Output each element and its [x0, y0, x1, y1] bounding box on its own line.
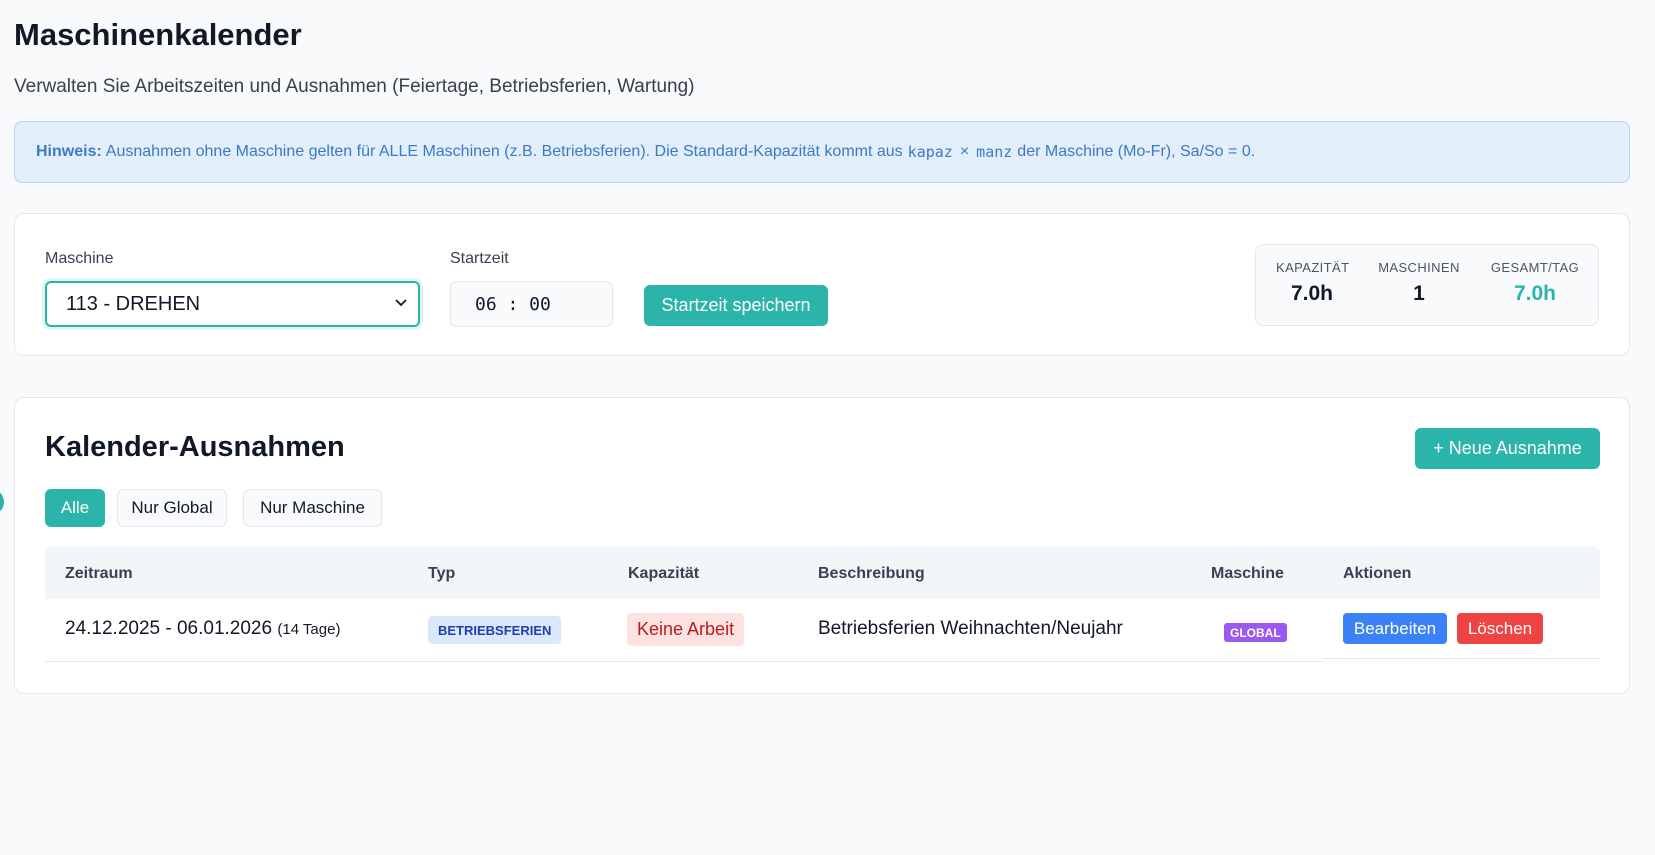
edit-button[interactable]: Bearbeiten — [1343, 613, 1447, 644]
column-header-type: Typ — [428, 565, 456, 582]
row-period-duration: (14 Tage) — [277, 621, 341, 638]
start-time-label: Startzeit — [450, 250, 509, 267]
type-badge: BETRIEBSFERIEN — [428, 616, 562, 644]
settings-card: Maschine 113 - DREHEN Startzeit 06 : 00 … — [14, 213, 1630, 356]
side-panel-handle[interactable] — [0, 489, 4, 515]
column-header-capacity: Kapazität — [628, 565, 700, 582]
stat-machines: MASCHINEN 1 — [1377, 260, 1461, 306]
column-header-description: Beschreibung — [818, 565, 925, 582]
start-time-input[interactable]: 06 : 00 — [450, 281, 613, 327]
machine-label: Maschine — [45, 250, 114, 267]
capacity-badge: Keine Arbeit — [627, 613, 745, 646]
stat-machines-value: 1 — [1413, 282, 1425, 305]
stats-panel: KAPAZITÄT 7.0h MASCHINEN 1 GESAMT/TAG 7.… — [1255, 244, 1599, 326]
table-row: 24.12.2025 - 06.01.2026 (14 Tage) BETRIE… — [45, 599, 1600, 663]
hint-banner: Hinweis: Ausnahmen ohne Maschine gelten … — [14, 121, 1630, 183]
stat-machines-label: MASCHINEN — [1378, 260, 1460, 275]
chevron-down-icon — [395, 299, 407, 307]
machine-select-value: 113 - DREHEN — [66, 292, 201, 315]
page-title: Maschinenkalender — [14, 17, 302, 52]
table-header: Zeitraum Typ Kapazität Beschreibung Masc… — [45, 547, 1600, 599]
hint-text-after: der Maschine (Mo-Fr), Sa/So = 0. — [1017, 143, 1256, 160]
section-title: Kalender-Ausnahmen — [45, 431, 345, 463]
row-divider — [45, 661, 1323, 662]
hint-operator: × — [959, 143, 970, 160]
row-period-range: 24.12.2025 - 06.01.2026 — [65, 618, 273, 639]
filter-global[interactable]: Nur Global — [117, 489, 227, 527]
stat-capacity-label: KAPAZITÄT — [1276, 260, 1350, 275]
stat-capacity: KAPAZITÄT 7.0h — [1276, 260, 1350, 306]
machine-global-badge: GLOBAL — [1224, 623, 1287, 642]
stat-total-label: GESAMT/TAG — [1490, 260, 1580, 275]
stat-total: GESAMT/TAG 7.0h — [1489, 260, 1581, 306]
hint-label: Hinweis: — [36, 143, 102, 160]
filter-machine[interactable]: Nur Maschine — [243, 489, 382, 527]
row-divider-actions — [1323, 658, 1600, 659]
row-period: 24.12.2025 - 06.01.2026 (14 Tage) — [65, 618, 340, 640]
row-description: Betriebsferien Weihnachten/Neujahr — [818, 618, 1123, 639]
filter-all[interactable]: Alle — [45, 489, 105, 527]
page-subtitle: Verwalten Sie Arbeitszeiten und Ausnahme… — [14, 76, 695, 97]
exceptions-card: Kalender-Ausnahmen + Neue Ausnahme Alle … — [14, 397, 1630, 694]
new-exception-button[interactable]: + Neue Ausnahme — [1415, 428, 1600, 469]
hint-text-before: Ausnahmen ohne Maschine gelten für ALLE … — [105, 143, 903, 160]
machine-select[interactable]: 113 - DREHEN — [45, 281, 420, 327]
hint-code-kapaz: kapaz — [907, 143, 953, 161]
column-header-actions: Aktionen — [1343, 565, 1412, 582]
column-header-period: Zeitraum — [65, 565, 133, 582]
delete-button[interactable]: Löschen — [1457, 613, 1543, 644]
save-start-time-button[interactable]: Startzeit speichern — [644, 285, 828, 326]
stat-total-value: 7.0h — [1513, 282, 1557, 305]
stat-capacity-value: 7.0h — [1290, 282, 1334, 305]
column-header-machine: Maschine — [1211, 565, 1284, 582]
hint-code-manz: manz — [976, 143, 1013, 161]
